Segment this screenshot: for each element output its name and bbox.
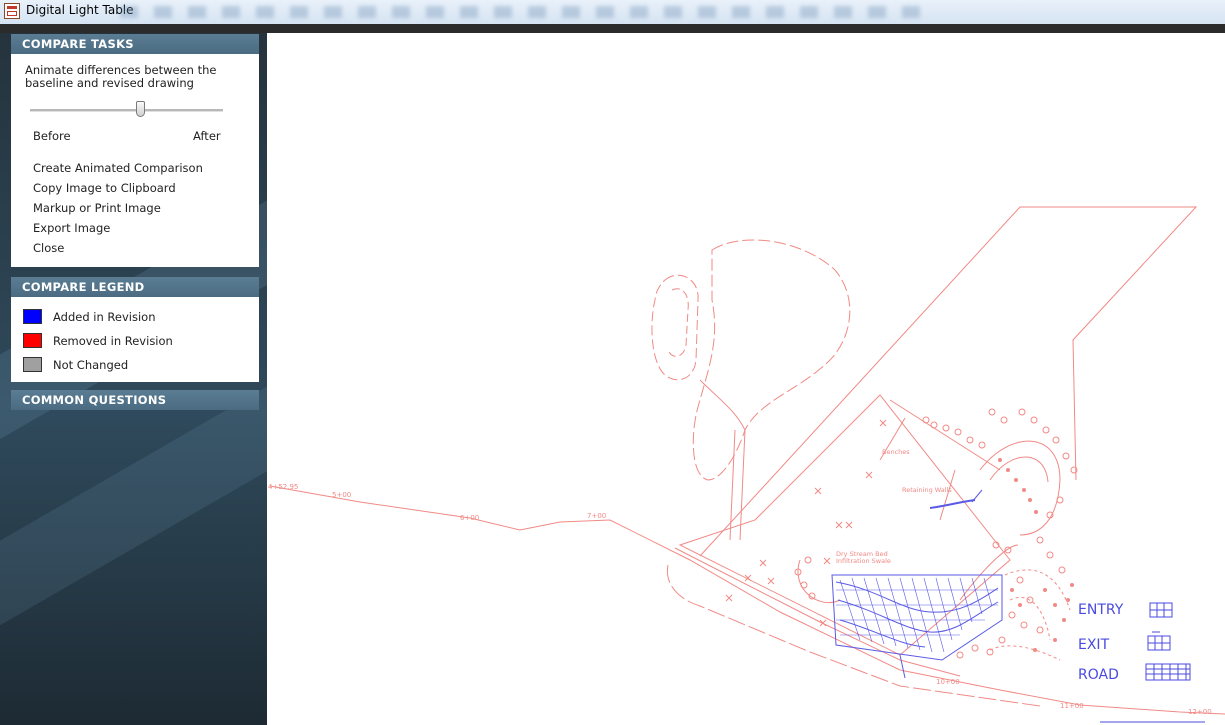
copy-image-to-clipboard-link[interactable]: Copy Image to Clipboard (33, 181, 176, 195)
compare-tasks-header[interactable]: COMPARE TASKS (11, 34, 259, 54)
legend-label-added: Added in Revision (53, 310, 156, 324)
station-label-10: 10+00 (936, 678, 960, 686)
comparison-drawing: Benches Retaining Walls Dry Stream Bed I… (268, 206, 1225, 723)
slider-after-label: After (193, 129, 221, 143)
slider-before-label: Before (33, 129, 71, 143)
station-label-12: 12+00 (1188, 708, 1212, 716)
annotation-retaining-walls: Retaining Walls (902, 486, 952, 494)
legend-label-removed: Removed in Revision (53, 334, 173, 348)
trail-loop-core (667, 288, 689, 357)
common-questions-header[interactable]: COMMON QUESTIONS (11, 390, 259, 410)
tree-dots (998, 458, 1074, 652)
station-label-7: 7+00 (587, 512, 606, 520)
tree-symbols (794, 408, 1078, 659)
export-image-link[interactable]: Export Image (33, 221, 110, 235)
removed-swatch (23, 333, 42, 348)
added-path-3 (839, 619, 926, 648)
animation-slider-track[interactable] (30, 109, 223, 112)
road-symbol (1145, 663, 1191, 681)
station-label-6: 6+00 (460, 514, 479, 522)
compare-legend-panel: Added in Revision Removed in Revision No… (11, 297, 259, 382)
station-label-4-52: 4+52.95 (268, 483, 298, 491)
not-changed-swatch (23, 357, 42, 372)
entry-label: ENTRY (1078, 602, 1124, 618)
added-swatch (23, 309, 42, 324)
title-bar: Digital Light Table (0, 0, 1225, 25)
property-boundary (699, 206, 1198, 557)
trail-spine (729, 429, 746, 541)
top-strip (0, 24, 1225, 33)
close-link[interactable]: Close (33, 241, 64, 255)
road-label: ROAD (1078, 667, 1119, 683)
added-wall-end (971, 489, 983, 503)
window-title: Digital Light Table (26, 3, 134, 17)
toolbar-background (120, 6, 920, 18)
compare-tasks-panel: Animate differences between the baseline… (11, 54, 259, 267)
swale-edges (797, 544, 1019, 604)
compare-legend-header[interactable]: COMPARE LEGEND (11, 277, 259, 297)
trail-loop-inner (651, 274, 699, 381)
added-connector (899, 654, 906, 679)
compare-tasks-description: Animate differences between the baseline… (25, 63, 217, 90)
trail-connector (699, 379, 746, 431)
station-label-5: 5+00 (332, 491, 351, 499)
annotation-benches: Benches (882, 448, 910, 456)
trail-loop-outer (692, 239, 851, 481)
left-panel: COMPARE TASKS Animate differences betwee… (0, 33, 267, 725)
animation-slider-thumb[interactable] (135, 101, 145, 117)
planting-bed-east (979, 440, 1061, 536)
markup-or-print-image-link[interactable]: Markup or Print Image (33, 201, 161, 215)
station-label-11: 11+00 (1060, 702, 1084, 710)
exit-label: EXIT (1078, 637, 1110, 653)
app-icon (4, 3, 20, 19)
legend-label-not-changed: Not Changed (53, 358, 129, 372)
create-animated-comparison-link[interactable]: Create Animated Comparison (33, 161, 203, 175)
drawing-key-symbols (1100, 602, 1205, 723)
annotation-infiltration-swale: Infiltration Swale (836, 557, 891, 565)
drawing-canvas[interactable]: Benches Retaining Walls Dry Stream Bed I… (267, 33, 1225, 725)
drawing-key: ENTRY EXIT ROAD (1078, 602, 1124, 683)
station-labels: 4+52.95 5+00 6+00 7+00 10+00 11+00 12+00 (268, 483, 1212, 716)
